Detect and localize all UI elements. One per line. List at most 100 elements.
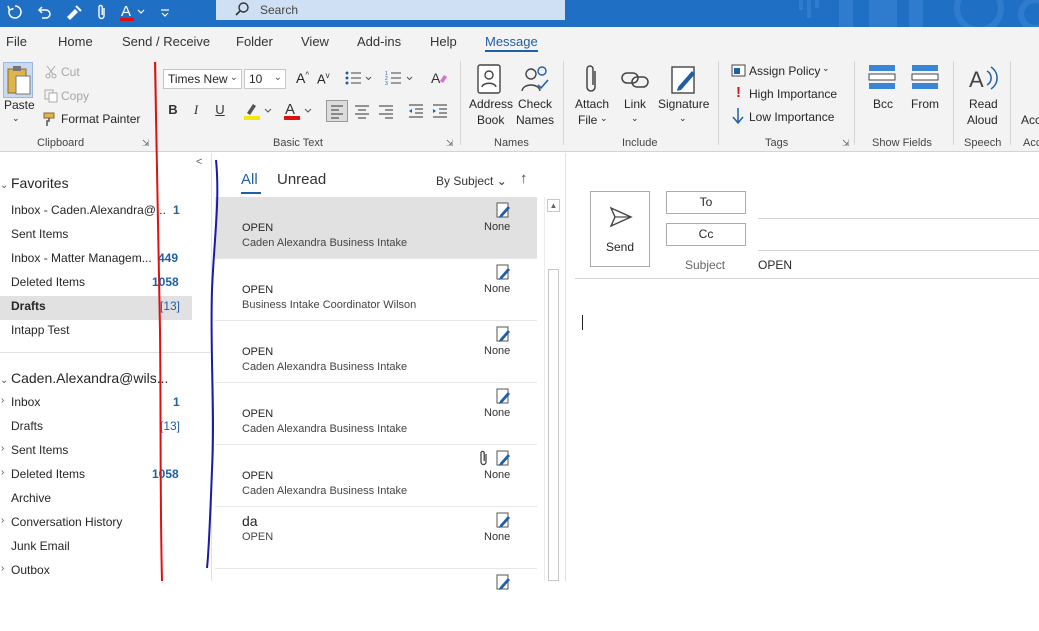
copy-button[interactable]: Copy — [61, 89, 89, 103]
list-item[interactable]: da None OPEN — [215, 507, 537, 569]
italic-button[interactable]: I — [187, 102, 205, 118]
font-color-icon[interactable]: A — [283, 101, 315, 124]
list-item[interactable]: OPEN None Business Intake Coordinator Wi… — [215, 259, 537, 321]
clear-formatting-icon[interactable]: A — [430, 69, 448, 90]
menu-folder[interactable]: Folder — [236, 34, 273, 49]
attach-dropdown-icon[interactable]: ⌄ — [600, 113, 608, 124]
list-item[interactable]: OPEN None Caden Alexandra Business Intak… — [215, 383, 537, 445]
decrease-indent-icon[interactable] — [406, 101, 426, 124]
cc-button[interactable]: Cc — [666, 223, 746, 246]
grow-font-icon[interactable]: A^ — [296, 70, 309, 86]
cc-field-underline[interactable] — [758, 250, 1039, 251]
chevron-right-icon[interactable]: › — [1, 443, 4, 454]
folder-junk-email[interactable]: Junk Email — [11, 539, 70, 553]
shrink-font-icon[interactable]: Av — [317, 71, 330, 86]
paste-button-bg[interactable] — [3, 62, 33, 98]
folder-intapp-test[interactable]: Intapp Test — [11, 323, 70, 337]
increase-indent-icon[interactable] — [430, 101, 450, 124]
tab-unread[interactable]: Unread — [277, 171, 326, 188]
menu-help[interactable]: Help — [430, 34, 457, 49]
message-list-scrollbar[interactable]: ▲ — [544, 197, 561, 581]
folder-deleted-items-fav[interactable]: Deleted Items — [11, 275, 85, 289]
font-name-select[interactable]: Times New ⌄ — [163, 69, 242, 89]
scroll-up-icon[interactable]: ▲ — [547, 199, 560, 212]
collapse-pane-icon[interactable]: < — [196, 156, 202, 168]
paste-dropdown-icon[interactable]: ⌄ — [12, 113, 20, 124]
bullets-icon[interactable] — [345, 70, 373, 89]
from-icon[interactable] — [910, 63, 940, 98]
send-button[interactable]: Send — [590, 191, 650, 267]
list-item[interactable]: OPEN None Caden Alexandra Business Intak… — [215, 321, 537, 383]
signature-button[interactable]: Signature — [658, 97, 709, 111]
sort-by-dropdown[interactable]: By Subject ⌄ — [436, 174, 507, 188]
align-left-button[interactable] — [326, 100, 348, 122]
customize-qat-icon[interactable] — [159, 5, 171, 19]
folder-inbox-caden[interactable]: Inbox - Caden.Alexandra@... — [11, 203, 166, 217]
menu-message[interactable]: Message — [485, 34, 538, 49]
account-header[interactable]: ⌄ Caden.Alexandra@wils... — [0, 370, 168, 386]
tags-launcher-icon[interactable]: ⇲ — [842, 138, 850, 149]
search-input[interactable]: Search — [216, 0, 565, 20]
attach-file-label-1[interactable]: Attach — [575, 97, 609, 111]
signature-dropdown-icon[interactable]: ⌄ — [679, 113, 687, 124]
bold-button[interactable]: B — [164, 102, 182, 117]
folder-conversation-history[interactable]: › Conversation History — [1, 515, 122, 529]
clipboard-launcher-icon[interactable]: ⇲ — [142, 138, 150, 149]
menu-send-receive[interactable]: Send / Receive — [122, 34, 210, 49]
read-aloud-label-1[interactable]: Read — [969, 97, 998, 111]
bcc-icon[interactable] — [867, 63, 897, 98]
link-icon[interactable] — [620, 67, 650, 96]
to-field-underline[interactable] — [758, 218, 1039, 219]
tab-all[interactable]: All — [241, 171, 258, 188]
list-item[interactable]: OPEN None Caden Alexandra Business Intak… — [215, 197, 537, 259]
format-painter-qat-icon[interactable] — [64, 3, 84, 21]
folder-drafts-fav[interactable]: Drafts — [11, 299, 46, 313]
read-aloud-label-2[interactable]: Aloud — [967, 113, 998, 127]
basic-text-launcher-icon[interactable]: ⇲ — [446, 138, 454, 149]
low-importance-button[interactable]: Low Importance — [749, 110, 834, 124]
attach-file-label-2[interactable]: File — [578, 113, 597, 127]
folder-deleted-items[interactable]: › Deleted Items — [1, 467, 85, 481]
font-color-qat-icon[interactable]: A — [120, 2, 148, 22]
sort-direction-icon[interactable]: ↑ — [520, 170, 528, 187]
folder-drafts[interactable]: Drafts — [11, 419, 43, 433]
numbering-icon[interactable]: 123 — [385, 70, 415, 89]
address-book-label-2[interactable]: Book — [477, 113, 504, 127]
chevron-right-icon[interactable]: › — [1, 515, 4, 526]
link-button[interactable]: Link — [624, 97, 646, 111]
attach-file-icon[interactable] — [583, 63, 601, 98]
accessibility-label-cut[interactable]: Acc — [1021, 113, 1039, 127]
highlight-icon[interactable] — [243, 101, 275, 124]
check-names-label-2[interactable]: Names — [516, 113, 554, 127]
menu-home[interactable]: Home — [58, 34, 93, 49]
underline-button[interactable]: U — [211, 102, 229, 117]
assign-policy-button[interactable]: Assign Policy — [749, 64, 820, 78]
menu-add-ins[interactable]: Add-ins — [357, 34, 401, 49]
from-button[interactable]: From — [911, 97, 939, 111]
align-right-icon[interactable] — [376, 101, 396, 124]
folder-inbox-matter[interactable]: Inbox - Matter Managem... — [11, 251, 152, 265]
to-button[interactable]: To — [666, 191, 746, 214]
folder-sent-items[interactable]: › Sent Items — [1, 443, 68, 457]
attach-qat-icon[interactable] — [95, 3, 109, 21]
assign-policy-dropdown-icon[interactable]: ⌄ — [822, 63, 830, 74]
favorites-header[interactable]: ⌄ Favorites — [0, 175, 69, 191]
folder-sent-items-fav[interactable]: Sent Items — [11, 227, 68, 241]
cut-button[interactable]: Cut — [61, 65, 80, 79]
menu-view[interactable]: View — [301, 34, 329, 49]
folder-archive[interactable]: Archive — [11, 491, 51, 505]
align-center-icon[interactable] — [352, 101, 372, 124]
menu-file[interactable]: File — [6, 34, 27, 49]
chevron-right-icon[interactable]: › — [1, 563, 4, 574]
send-receive-icon[interactable] — [6, 3, 24, 21]
bcc-button[interactable]: Bcc — [873, 97, 893, 111]
signature-icon[interactable] — [670, 63, 700, 98]
high-importance-button[interactable]: High Importance — [749, 87, 837, 101]
folder-outbox[interactable]: › Outbox — [1, 563, 50, 577]
check-names-icon[interactable] — [520, 63, 552, 98]
list-item[interactable]: OPEN None Caden Alexandra Business Intak… — [215, 445, 537, 507]
scroll-thumb[interactable] — [548, 269, 559, 581]
list-item[interactable] — [215, 569, 537, 631]
address-book-icon[interactable] — [476, 63, 502, 98]
folder-inbox[interactable]: › Inbox — [1, 395, 40, 409]
